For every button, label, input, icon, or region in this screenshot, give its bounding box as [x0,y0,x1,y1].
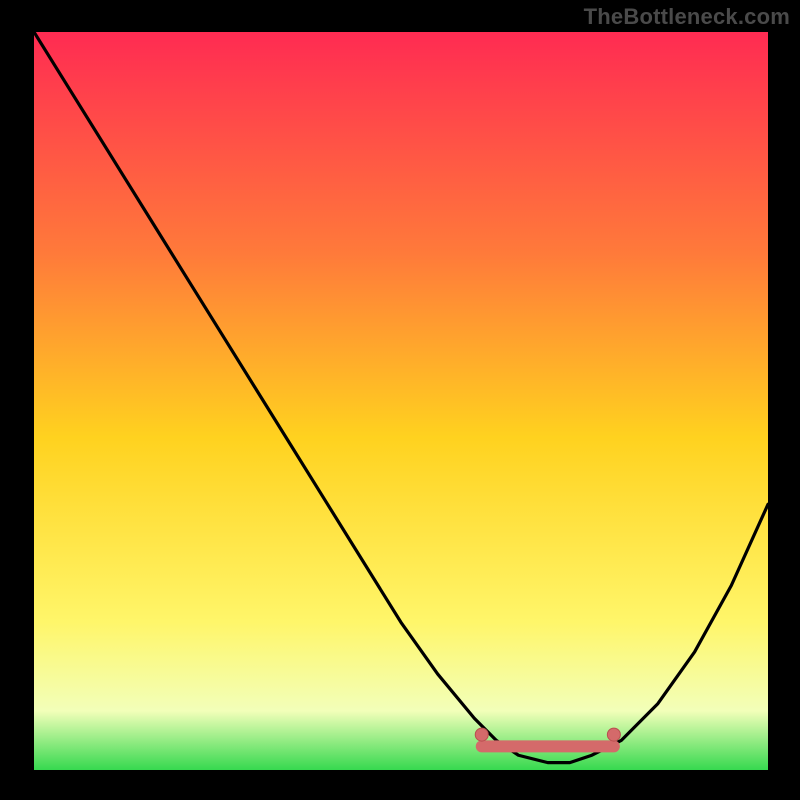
bottleneck-chart [34,32,768,770]
watermark-text: TheBottleneck.com [584,4,790,30]
range-marker-end [607,728,620,741]
chart-background [34,32,768,770]
range-marker-start [475,728,488,741]
